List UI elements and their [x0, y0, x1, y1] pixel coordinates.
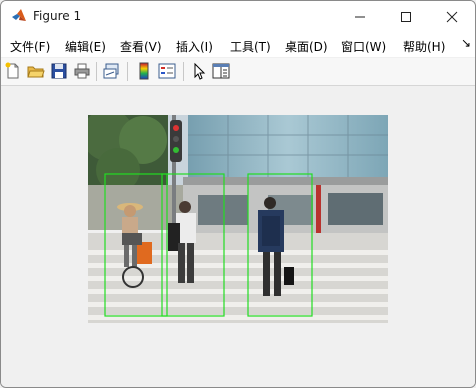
chevron-arrow-icon[interactable]: ↘: [461, 36, 471, 50]
edit-plot-arrow-icon[interactable]: [190, 62, 208, 80]
menu-file[interactable]: 文件(F): [10, 38, 50, 55]
window-title: Figure 1: [33, 9, 82, 23]
property-inspector-icon[interactable]: [212, 62, 230, 80]
minimize-icon: [355, 16, 365, 18]
figure-window: Figure 1 文件(F) 编辑(E) 查看(V) 插入(I) 工具(T) 桌…: [0, 0, 476, 388]
menu-insert[interactable]: 插入(I): [176, 38, 213, 55]
save-icon[interactable]: [50, 62, 68, 80]
link-plot-icon[interactable]: [103, 62, 121, 80]
street-photo: [88, 115, 388, 323]
toolbar-separator: [96, 62, 97, 81]
toolbar: [1, 58, 475, 86]
open-file-icon[interactable]: [27, 62, 45, 80]
legend-icon[interactable]: [158, 62, 176, 80]
close-icon: [446, 11, 458, 23]
print-icon[interactable]: [73, 62, 91, 80]
maximize-icon: [401, 12, 411, 22]
figure-canvas[interactable]: [1, 86, 475, 387]
toolbar-separator: [127, 62, 128, 81]
menu-bar: 文件(F) 编辑(E) 查看(V) 插入(I) 工具(T) 桌面(D) 窗口(W…: [1, 33, 475, 57]
menu-window[interactable]: 窗口(W): [341, 38, 386, 55]
toolbar-separator: [183, 62, 184, 81]
menu-help[interactable]: 帮助(H): [403, 38, 445, 55]
title-bar[interactable]: Figure 1: [1, 1, 475, 33]
new-figure-icon[interactable]: [4, 62, 22, 80]
menu-view[interactable]: 查看(V): [120, 38, 162, 55]
menu-tools[interactable]: 工具(T): [230, 38, 271, 55]
colorbar-icon[interactable]: [135, 62, 153, 80]
minimize-button[interactable]: [337, 1, 383, 33]
maximize-button[interactable]: [383, 1, 429, 33]
matlab-logo-icon: [12, 9, 26, 21]
menu-desktop[interactable]: 桌面(D): [285, 38, 328, 55]
close-button[interactable]: [429, 1, 475, 33]
menu-edit[interactable]: 编辑(E): [65, 38, 106, 55]
